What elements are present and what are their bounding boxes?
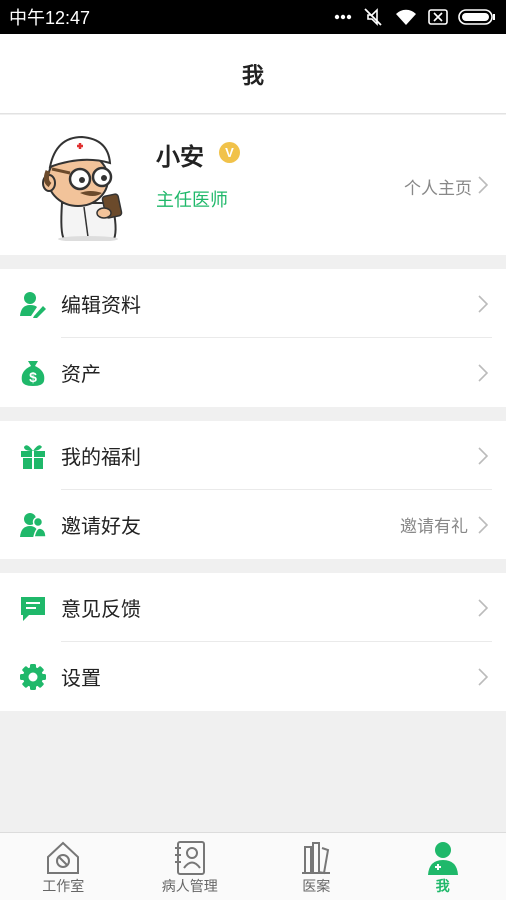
menu-item-my-benefits[interactable]: 我的福利 [0, 421, 506, 490]
menu-group-account: 编辑资料 $ 资产 [0, 269, 506, 407]
menu-item-edit-profile[interactable]: 编辑资料 [0, 269, 506, 338]
title-bar: 我 [0, 34, 506, 114]
tab-patient-management[interactable]: 病人管理 [127, 833, 254, 900]
chevron-right-icon [478, 176, 488, 194]
status-bar: 中午12:47 [0, 0, 506, 34]
menu-item-invite-friends[interactable]: 邀请好友 邀请有礼 [0, 490, 506, 559]
books-icon [302, 842, 331, 875]
doctor-avatar [42, 135, 123, 241]
tab-me[interactable]: 我 [380, 833, 506, 900]
money-bag-icon: $ [19, 359, 47, 387]
menu-item-settings[interactable]: 设置 [0, 642, 506, 711]
menu-group-system: 意见反馈 设置 [0, 573, 506, 711]
tab-label: 工作室 [42, 879, 85, 895]
bottom-tab-bar: 工作室 病人管理 医案 我 [0, 832, 506, 900]
chevron-right-icon [478, 363, 488, 382]
chevron-right-icon [478, 294, 488, 313]
patient-book-icon [174, 841, 205, 875]
menu-item-assets[interactable]: $ 资产 [0, 338, 506, 407]
chevron-right-icon [478, 446, 488, 465]
menu-item-label: 意见反馈 [61, 597, 141, 621]
page-title: 我 [241, 63, 264, 89]
verified-badge: V [219, 142, 240, 163]
profile-job-title: 主任医师 [156, 190, 228, 211]
menu-item-label: 我的福利 [61, 445, 141, 469]
tab-medical-cases[interactable]: 医案 [253, 833, 380, 900]
edit-profile-icon [19, 290, 47, 318]
doctor-profile-icon [427, 842, 458, 875]
status-time: 中午12:47 [9, 8, 91, 28]
menu-item-label: 邀请好友 [61, 514, 141, 538]
mute-icon [364, 8, 382, 26]
no-sim-icon [428, 9, 448, 25]
tab-label: 病人管理 [161, 879, 218, 895]
feedback-icon [19, 594, 47, 622]
status-icons [334, 0, 496, 34]
profile-card[interactable]: 小安 V 主任医师 个人主页 [0, 115, 506, 255]
chevron-right-icon [478, 667, 488, 686]
tab-label: 我 [435, 879, 450, 895]
battery-icon [458, 9, 495, 25]
gear-icon [19, 663, 47, 691]
gift-icon [19, 442, 47, 470]
menu-item-label: 资产 [61, 362, 101, 386]
more-dots-icon [334, 14, 352, 20]
svg-text:$: $ [29, 369, 37, 385]
home-icon [47, 841, 80, 874]
menu-item-label: 设置 [61, 666, 101, 690]
homepage-link[interactable]: 个人主页 [404, 174, 472, 199]
invite-reward-hint: 邀请有礼 [400, 517, 468, 537]
chevron-right-icon [478, 598, 488, 617]
menu-item-label: 编辑资料 [61, 293, 141, 317]
menu-item-feedback[interactable]: 意见反馈 [0, 573, 506, 642]
wifi-icon [396, 9, 416, 25]
invite-friend-icon [19, 511, 47, 539]
tab-label: 医案 [302, 879, 331, 895]
tab-workroom[interactable]: 工作室 [0, 833, 127, 900]
profile-name: 小安 [156, 143, 204, 171]
menu-group-social: 我的福利 邀请好友 邀请有礼 [0, 421, 506, 559]
chevron-right-icon [478, 515, 488, 534]
